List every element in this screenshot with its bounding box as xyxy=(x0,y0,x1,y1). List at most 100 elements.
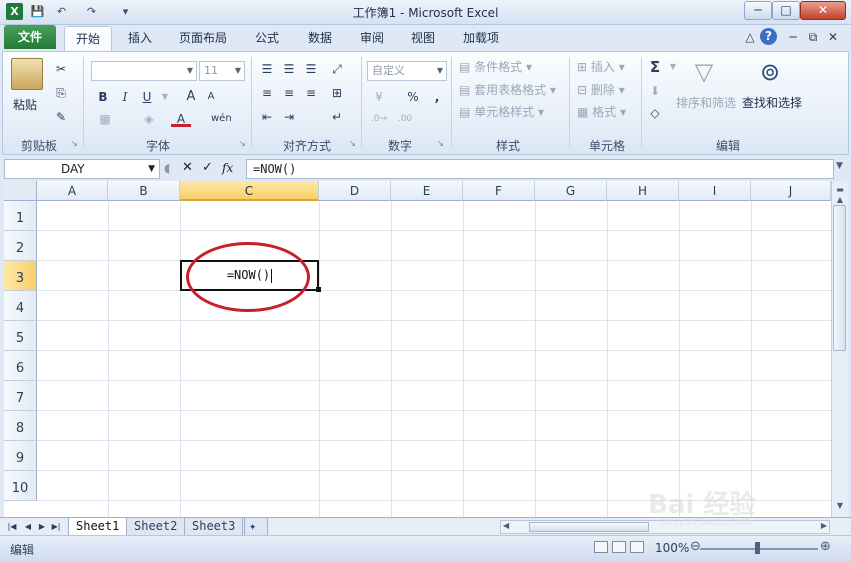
increase-indent-icon[interactable]: ⇥ xyxy=(279,108,299,126)
tab-data[interactable]: 数据 xyxy=(297,26,343,50)
sheet-tab-sheet1[interactable]: Sheet1 xyxy=(68,518,128,536)
sort-filter-icon[interactable]: ▽ xyxy=(689,58,719,88)
cancel-icon[interactable]: ✕ xyxy=(182,160,193,175)
row-header[interactable]: 4 xyxy=(4,291,37,321)
copy-icon[interactable]: ⎘ xyxy=(51,84,71,102)
close-button[interactable]: ✕ xyxy=(800,1,846,20)
italic-button[interactable]: I xyxy=(115,88,135,106)
fill-handle[interactable] xyxy=(316,287,321,292)
page-layout-view-icon[interactable] xyxy=(612,541,626,553)
formula-input[interactable]: =NOW() xyxy=(246,159,834,179)
delete-cells-button[interactable]: ⊟ 删除 ▾ xyxy=(577,81,625,98)
prev-sheet-icon[interactable]: ◀ xyxy=(22,520,34,534)
percent-button[interactable]: % xyxy=(403,88,423,106)
align-middle-icon[interactable]: ☰ xyxy=(279,60,299,78)
expand-formula-icon[interactable]: ▼ xyxy=(836,161,843,171)
underline-button[interactable]: U xyxy=(137,88,157,106)
worksheet-grid[interactable]: A B C D E F G H I J 1 2 3 4 5 6 7 8 9 10… xyxy=(4,181,831,517)
row-header[interactable]: 1 xyxy=(4,201,37,231)
enter-icon[interactable]: ✓ xyxy=(202,160,213,175)
column-header[interactable]: E xyxy=(391,181,463,201)
tab-formulas[interactable]: 公式 xyxy=(244,26,290,50)
increase-decimal-icon[interactable]: .0→ xyxy=(369,110,389,128)
decrease-decimal-icon[interactable]: .00 xyxy=(395,110,415,128)
normal-view-icon[interactable] xyxy=(594,541,608,553)
scroll-right-icon[interactable]: ▶ xyxy=(821,521,827,530)
zoom-slider-thumb[interactable] xyxy=(755,542,760,554)
tab-home[interactable]: 开始 xyxy=(64,26,113,51)
grow-font-button[interactable]: A xyxy=(181,88,201,106)
tab-view[interactable]: 视图 xyxy=(400,26,446,50)
format-cells-button[interactable]: ▦ 格式 ▾ xyxy=(577,103,626,120)
help-icon[interactable]: ? xyxy=(760,28,777,45)
insert-function-icon[interactable]: fx xyxy=(222,161,233,175)
insert-sheet-icon[interactable]: ✦ xyxy=(244,518,268,536)
fill-icon[interactable]: ⬇ xyxy=(645,82,665,100)
tab-addins[interactable]: 加载项 xyxy=(452,26,510,50)
sheet-tab-sheet2[interactable]: Sheet2 xyxy=(126,518,186,536)
underline-dropdown-icon[interactable]: ▼ xyxy=(155,88,175,106)
tab-review[interactable]: 审阅 xyxy=(349,26,395,50)
conditional-format-button[interactable]: ▤ 条件格式 ▾ xyxy=(459,58,532,75)
column-header[interactable]: H xyxy=(607,181,679,201)
font-size-combo[interactable]: 11 ▼ xyxy=(199,61,245,81)
cell-styles-button[interactable]: ▤ 单元格样式 ▾ xyxy=(459,103,544,120)
sheet-tab-sheet3[interactable]: Sheet3 xyxy=(184,518,244,536)
zoom-level[interactable]: 100% xyxy=(655,541,689,555)
clear-icon[interactable]: ◇ xyxy=(645,104,665,122)
vertical-scroll-thumb[interactable] xyxy=(833,205,846,351)
align-center-icon[interactable]: ≡ xyxy=(279,84,299,102)
number-launcher-icon[interactable]: ↘ xyxy=(437,139,447,149)
binoculars-icon[interactable]: ⊚ xyxy=(755,58,785,88)
orientation-icon[interactable]: ⤢ xyxy=(327,60,347,78)
next-sheet-icon[interactable]: ▶ xyxy=(36,520,48,534)
fill-color-icon[interactable]: ◈ xyxy=(139,110,159,128)
first-sheet-icon[interactable]: |◀ xyxy=(6,520,18,534)
zoom-in-icon[interactable]: ⊕ xyxy=(820,539,831,554)
merge-center-icon[interactable]: ⊞ xyxy=(327,84,347,102)
font-color-button[interactable]: A xyxy=(171,110,191,127)
name-box[interactable]: DAY ▼ xyxy=(4,159,160,179)
decrease-indent-icon[interactable]: ⇤ xyxy=(257,108,277,126)
column-header[interactable]: A xyxy=(37,181,108,201)
currency-icon[interactable]: ¥ xyxy=(369,88,389,106)
autosum-dropdown-icon[interactable]: ▼ xyxy=(663,58,683,76)
ribbon-close-icon[interactable]: ✕ xyxy=(823,28,843,46)
row-header[interactable]: 9 xyxy=(4,441,37,471)
tab-file[interactable]: 文件 xyxy=(4,25,56,49)
bold-button[interactable]: B xyxy=(93,88,113,106)
column-header[interactable]: G xyxy=(535,181,607,201)
align-top-icon[interactable]: ☰ xyxy=(257,60,277,78)
row-header[interactable]: 7 xyxy=(4,381,37,411)
paste-icon[interactable] xyxy=(11,58,43,90)
column-header[interactable]: B xyxy=(108,181,180,201)
find-select-button[interactable]: 查找和选择 xyxy=(742,94,802,111)
insert-cells-button[interactable]: ⊞ 插入 ▾ xyxy=(577,58,625,75)
select-all-corner[interactable] xyxy=(4,181,37,201)
format-as-table-button[interactable]: ▤ 套用表格格式 ▾ xyxy=(459,81,556,98)
column-header[interactable]: F xyxy=(463,181,535,201)
row-header[interactable]: 3 xyxy=(4,261,37,291)
row-header[interactable]: 2 xyxy=(4,231,37,261)
row-header[interactable]: 10 xyxy=(4,471,37,501)
align-right-icon[interactable]: ≡ xyxy=(301,84,321,102)
tab-page-layout[interactable]: 页面布局 xyxy=(168,26,238,50)
paste-button[interactable]: 粘贴 xyxy=(13,96,37,113)
format-painter-icon[interactable]: ✎ xyxy=(51,108,71,126)
vertical-scrollbar[interactable]: ▬ ▲ ▼ xyxy=(831,181,848,517)
chevron-down-icon[interactable]: ▼ xyxy=(148,160,155,178)
row-header[interactable]: 5 xyxy=(4,321,37,351)
cut-icon[interactable]: ✂ xyxy=(51,60,71,78)
page-break-view-icon[interactable] xyxy=(630,541,644,553)
ribbon-restore-icon[interactable]: ⧉ xyxy=(803,28,823,46)
column-header[interactable]: C xyxy=(180,181,319,201)
maximize-button[interactable]: □ xyxy=(772,1,800,20)
zoom-out-icon[interactable]: ⊖ xyxy=(690,539,701,554)
column-header[interactable]: D xyxy=(319,181,391,201)
column-header[interactable]: J xyxy=(751,181,831,201)
clipboard-launcher-icon[interactable]: ↘ xyxy=(71,139,81,149)
scroll-left-icon[interactable]: ◀ xyxy=(503,521,509,530)
autosum-icon[interactable]: Σ xyxy=(645,58,665,76)
row-header[interactable]: 6 xyxy=(4,351,37,381)
ribbon-minimize-window-icon[interactable]: ─ xyxy=(783,28,803,46)
